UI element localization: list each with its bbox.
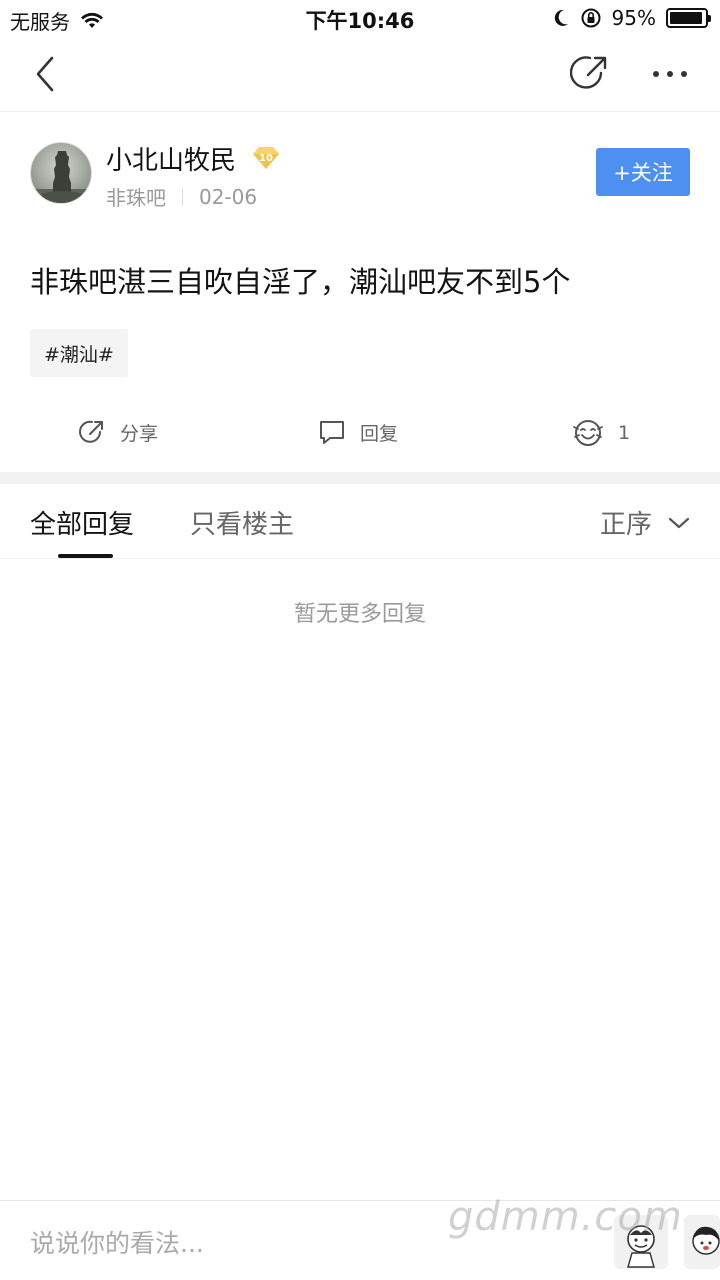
section-divider (0, 472, 720, 484)
more-icon[interactable] (648, 54, 692, 94)
level-badge-icon: 10 (253, 147, 279, 169)
forum-name[interactable]: 非珠吧 (106, 182, 166, 211)
status-right: 95% (552, 6, 711, 30)
reply-label: 回复 (360, 422, 399, 445)
follow-button[interactable]: +关注 (596, 148, 690, 196)
like-action-button[interactable]: 1 (572, 418, 630, 448)
watermark-text: gdmm.com (448, 1194, 683, 1240)
battery-icon (666, 8, 711, 28)
sort-dropdown[interactable]: 正序 (600, 504, 690, 541)
action-bar: 分享 回复 1 (0, 410, 720, 458)
post-title: 非珠吧湛三自吹自淫了，潮汕吧友不到5个 (30, 265, 571, 299)
avatar[interactable] (30, 142, 92, 204)
chevron-down-icon (668, 517, 690, 528)
share-icon (79, 420, 103, 443)
level-number: 10 (259, 153, 273, 164)
moon-icon (554, 9, 568, 26)
topic-tag[interactable]: #潮汕# (30, 329, 128, 377)
follow-label: +关注 (613, 161, 673, 185)
like-count: 1 (618, 422, 631, 444)
tab-all-replies[interactable]: 全部回复 (30, 504, 134, 541)
avatar-tower-image (31, 151, 91, 203)
meta-divider (182, 187, 183, 206)
tab-active-indicator (58, 554, 113, 558)
share-action-button[interactable]: 分享 (78, 418, 158, 446)
author-name[interactable]: 小北山牧民 (106, 140, 236, 177)
reply-tabs: 全部回复 只看楼主 正序 (0, 484, 720, 559)
reply-action-button[interactable]: 回复 (318, 418, 398, 446)
comment-input[interactable] (30, 1223, 470, 1263)
battery-percent: 95% (611, 6, 656, 30)
topic-label: #潮汕# (44, 343, 114, 366)
share-icon[interactable] (570, 53, 610, 93)
empty-replies-text: 暂无更多回复 (293, 602, 426, 627)
sort-label: 正序 (599, 510, 652, 540)
author-header: 小北山牧民 10 非珠吧 02-06 +关注 (30, 140, 690, 210)
post-date: 02-06 (199, 184, 258, 209)
comment-icon (320, 421, 344, 444)
tab-owner-only[interactable]: 只看楼主 (190, 504, 294, 541)
battery-fill (670, 12, 703, 24)
share-label: 分享 (120, 422, 159, 445)
status-bar: 无服务 下午10:46 95% (0, 0, 720, 38)
author-meta: 非珠吧 02-06 (106, 182, 257, 211)
sticker-girl-icon (692, 1226, 720, 1255)
nav-bar (0, 38, 720, 112)
back-icon[interactable] (26, 54, 66, 94)
rotation-lock-icon (581, 8, 601, 28)
like-face-icon (573, 420, 603, 446)
sticker-button-2[interactable] (684, 1215, 720, 1269)
